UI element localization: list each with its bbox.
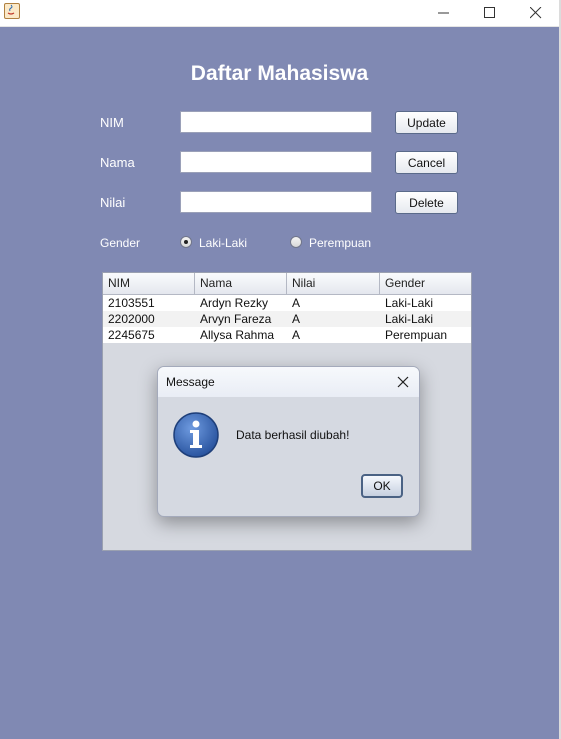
message-dialog: Message Data berhasil diubah! OK: [157, 366, 420, 517]
nama-label: Nama: [100, 155, 135, 170]
nim-field[interactable]: [180, 111, 372, 133]
header-nim[interactable]: NIM: [103, 273, 195, 294]
cancel-button[interactable]: Cancel: [395, 151, 458, 174]
header-nama[interactable]: Nama: [195, 273, 287, 294]
cell-gender: Laki-Laki: [385, 312, 434, 326]
cell-nim: 2245675: [108, 328, 155, 342]
header-gender[interactable]: Gender: [380, 273, 471, 294]
table-row[interactable]: 2103551 Ardyn Rezky A Laki-Laki: [103, 295, 471, 311]
cell-nilai: A: [292, 312, 301, 326]
nilai-field[interactable]: [180, 191, 372, 213]
nama-field[interactable]: [180, 151, 372, 173]
cell-nim: 2103551: [108, 296, 155, 310]
info-icon: [173, 412, 219, 458]
dialog-close-button[interactable]: [394, 373, 412, 391]
minimize-icon: [438, 12, 449, 14]
maximize-icon: [484, 7, 495, 18]
delete-button[interactable]: Delete: [395, 191, 458, 214]
table-row[interactable]: 2202000 Arvyn Fareza A Laki-Laki: [103, 311, 471, 327]
cell-nilai: A: [292, 328, 301, 342]
cell-nilai: A: [292, 296, 301, 310]
maximize-button[interactable]: [467, 0, 513, 26]
close-icon: [530, 7, 542, 19]
minimize-button[interactable]: [421, 0, 467, 26]
gender-laki-laki-radio[interactable]: [180, 236, 192, 248]
cell-nama: Allysa Rahma: [200, 328, 275, 342]
dialog-titlebar: Message: [158, 367, 419, 397]
cell-gender: Perempuan: [385, 328, 448, 342]
nilai-label: Nilai: [100, 195, 126, 210]
gender-perempuan-label: Perempuan: [309, 236, 372, 250]
close-window-button[interactable]: [513, 0, 559, 26]
ok-button[interactable]: OK: [361, 474, 403, 498]
page-title: Daftar Mahasiswa: [190, 62, 369, 85]
cell-nama: Ardyn Rezky: [200, 296, 269, 310]
close-icon: [397, 376, 409, 388]
gender-laki-laki-label: Laki-Laki: [199, 236, 248, 250]
cell-gender: Laki-Laki: [385, 296, 434, 310]
table-row[interactable]: 2245675 Allysa Rahma A Perempuan: [103, 327, 471, 343]
dialog-message: Data berhasil diubah!: [236, 428, 350, 442]
cell-nim: 2202000: [108, 312, 155, 326]
update-button[interactable]: Update: [395, 111, 458, 134]
cell-nama: Arvyn Fareza: [200, 312, 272, 326]
window-titlebar: [0, 0, 559, 27]
dialog-title: Message: [166, 375, 215, 389]
gender-perempuan-radio[interactable]: [290, 236, 302, 248]
gender-label: Gender: [100, 236, 141, 250]
table-header: NIM Nama Nilai Gender: [103, 273, 471, 295]
header-nilai[interactable]: Nilai: [287, 273, 380, 294]
java-app-icon: [4, 3, 20, 19]
main-panel: Daftar Mahasiswa NIM Update Nama Cancel …: [0, 27, 559, 739]
nim-label: NIM: [100, 115, 124, 130]
